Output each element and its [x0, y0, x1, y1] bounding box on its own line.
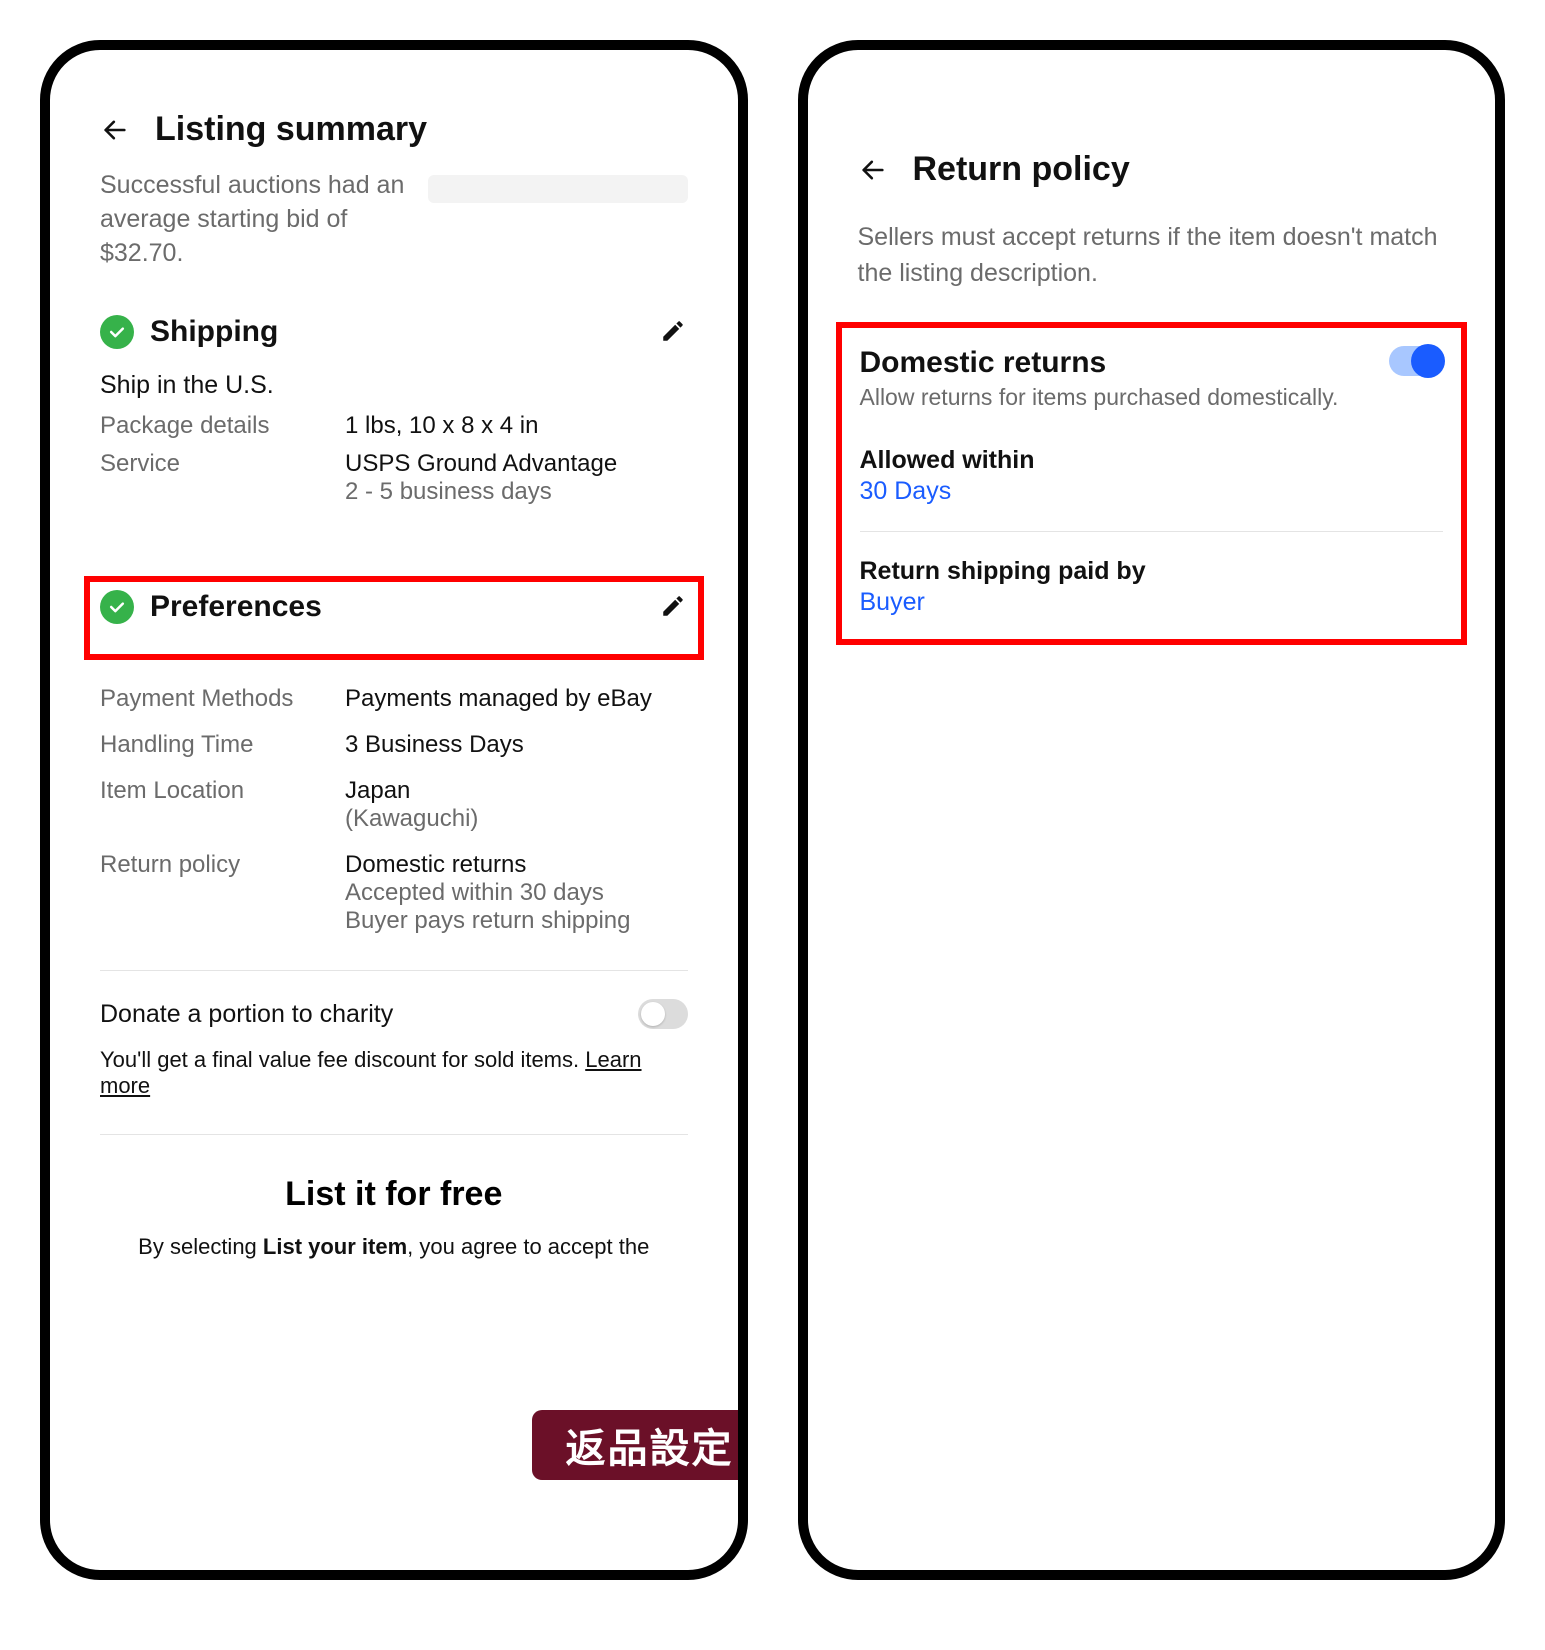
phone-side-button — [40, 590, 44, 700]
payment-methods-value: Payments managed by eBay — [345, 685, 652, 713]
shipping-section: Shipping Ship in the U.S. Package detail… — [100, 315, 688, 506]
handling-time-value: 3 Business Days — [345, 731, 524, 759]
phone-side-button — [798, 590, 802, 700]
annotation-badge: 返品設定 — [532, 1410, 738, 1480]
item-location-label: Item Location — [100, 777, 345, 833]
preferences-heading: Preferences — [150, 590, 644, 624]
preferences-highlight-box: Preferences — [84, 576, 704, 660]
handling-time-label: Handling Time — [100, 731, 345, 759]
divider — [100, 1134, 688, 1135]
return-policy-label: Return policy — [100, 851, 345, 935]
service-value: USPS Ground Advantage 2 - 5 business day… — [345, 450, 617, 506]
payment-methods-label: Payment Methods — [100, 685, 345, 713]
domestic-returns-toggle[interactable] — [1389, 346, 1443, 376]
charity-toggle[interactable] — [638, 999, 688, 1029]
auction-subtext: Successful auctions had an average start… — [100, 169, 420, 270]
page-title: Return policy — [913, 150, 1130, 189]
domestic-returns-highlight-box: Domestic returns Allow returns for items… — [836, 322, 1468, 645]
shipping-heading: Shipping — [150, 315, 644, 349]
right-phone-frame: Return policy Sellers must accept return… — [798, 40, 1506, 1580]
divider — [860, 531, 1444, 532]
page-title: Listing summary — [155, 110, 427, 149]
check-circle-icon — [100, 590, 134, 624]
divider — [100, 970, 688, 971]
ship-region: Ship in the U.S. — [100, 371, 688, 400]
left-phone-frame: Listing summary Successful auctions had … — [40, 40, 748, 1580]
charity-note: You'll get a final value fee discount fo… — [100, 1047, 688, 1099]
return-shipping-paid-label: Return shipping paid by — [860, 557, 1444, 586]
edit-preferences-button[interactable] — [660, 593, 688, 621]
agree-text: By selecting List your item, you agree t… — [100, 1232, 688, 1263]
phone-side-button — [798, 450, 802, 560]
domestic-returns-subtext: Allow returns for items purchased domest… — [860, 384, 1444, 411]
package-details-label: Package details — [100, 412, 345, 440]
phone-side-button — [798, 280, 802, 340]
return-policy-value: Domestic returns Accepted within 30 days… — [345, 851, 631, 935]
package-details-value: 1 lbs, 10 x 8 x 4 in — [345, 412, 538, 440]
back-arrow-icon[interactable] — [858, 155, 888, 185]
phone-side-button — [40, 450, 44, 560]
return-shipping-paid-value[interactable]: Buyer — [860, 588, 1444, 617]
allowed-within-value[interactable]: 30 Days — [860, 477, 1444, 506]
service-label: Service — [100, 450, 345, 506]
list-free-heading: List it for free — [100, 1175, 688, 1214]
back-arrow-icon[interactable] — [100, 115, 130, 145]
item-location-value: Japan (Kawaguchi) — [345, 777, 478, 833]
policy-note: Sellers must accept returns if the item … — [858, 219, 1446, 292]
domestic-returns-title: Domestic returns — [860, 346, 1107, 380]
redacted-block — [428, 175, 688, 203]
check-circle-icon — [100, 315, 134, 349]
header: Return policy — [858, 150, 1446, 189]
allowed-within-label: Allowed within — [860, 446, 1444, 475]
charity-label: Donate a portion to charity — [100, 1000, 393, 1029]
header: Listing summary — [100, 110, 688, 149]
phone-side-button — [40, 280, 44, 340]
edit-shipping-button[interactable] — [660, 318, 688, 346]
